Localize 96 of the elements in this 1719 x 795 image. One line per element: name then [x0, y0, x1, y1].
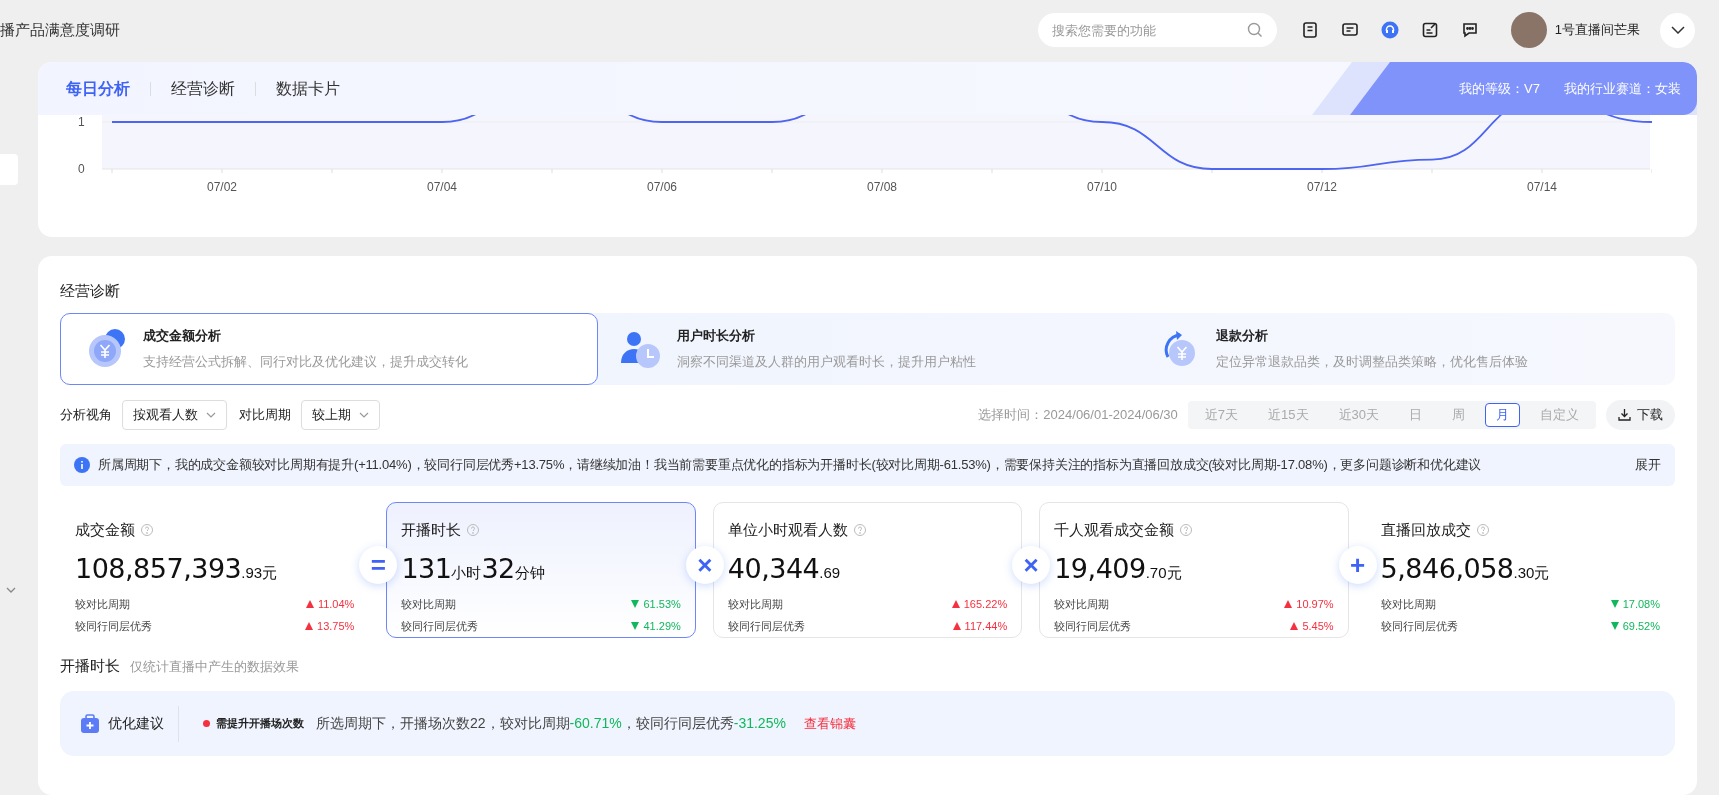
account-dropdown[interactable] [1660, 12, 1695, 48]
stat-label: 较对比周期 [75, 596, 131, 612]
axis-label: 07/14 [1526, 179, 1558, 196]
avatar[interactable] [1510, 12, 1547, 48]
metric-card[interactable]: 开播时长 131小时32分钟 较对比周期 61.53% 较同行同层优秀 41.29% [386, 501, 696, 638]
metric-value: 108,857,393.93元 [75, 552, 279, 586]
operator-symbol: × [1012, 545, 1051, 584]
advice-label: 优化建议 [108, 714, 164, 733]
time-range-label: 选择时间：2024/06/01-2024/06/30 [978, 405, 1178, 424]
module-description: 支持经营公式拆解、同行对比及优化建议，提升成交转化 [143, 352, 468, 371]
view-tips-link[interactable]: 查看锦囊 [803, 713, 856, 734]
operator-symbol: = [359, 545, 398, 584]
medical-kit-icon [80, 713, 100, 734]
module-title: 退款分析 [1215, 327, 1269, 345]
help-icon[interactable] [853, 523, 866, 536]
metric-value: 40,344.69 [727, 552, 842, 586]
tab[interactable]: 数据卡片 [276, 76, 340, 101]
help-icon[interactable] [467, 523, 480, 536]
stat-value: 165.22% [963, 596, 1008, 612]
chevron-down-icon [1670, 26, 1685, 34]
section-subtitle: 仅统计直播中产生的数据效果 [130, 657, 299, 676]
axis-label: 07/06 [646, 179, 678, 196]
stat-value: 5.45% [1302, 619, 1334, 634]
stat-value: 11.04% [317, 596, 355, 612]
metric-name: 直播回放成交 [1380, 519, 1471, 540]
axis-label: 07/08 [866, 179, 898, 196]
expand-link[interactable]: 展开 [1635, 454, 1661, 475]
document-icon[interactable] [1300, 21, 1319, 39]
axis-label: 07/04 [426, 179, 458, 196]
axis-label: 07/10 [1086, 179, 1118, 196]
info-icon [74, 456, 90, 473]
module-description: 定位异常退款品类，及时调整品类策略，优化售后体验 [1215, 352, 1528, 371]
stat-label: 较对比周期 [401, 596, 458, 612]
metric-name: 千人观看成交金额 [1054, 519, 1175, 540]
stat-value: 61.53% [643, 596, 681, 612]
analysis-module-tab[interactable]: 用户时长分析 洞察不同渠道及人群的用户观看时长，提升用户粘性 [598, 312, 1137, 385]
stat-label: 较同行同层优秀 [401, 619, 480, 634]
metric-value: 5,846,058.30元 [1380, 552, 1551, 586]
track-text: 我的行业赛道：女装 [1564, 79, 1681, 98]
filter-label: 对比周期 [239, 405, 291, 424]
section-title: 经营诊断 [60, 281, 121, 301]
chevron-down-icon [359, 411, 369, 418]
module-title: 用户时长分析 [677, 327, 757, 345]
metric-name: 开播时长 [401, 519, 462, 540]
advice-tag: 需提升开播场次数 [216, 715, 304, 732]
stat-label: 较同行同层优秀 [1380, 619, 1459, 634]
analysis-module-tab[interactable]: 成交金额分析 支持经营公式拆解、同行对比及优化建议，提升成交转化 [60, 312, 599, 385]
filter-select[interactable]: 按观看人数 [122, 399, 227, 430]
level-text: 我的等级：V7 [1459, 79, 1540, 98]
search-icon[interactable] [1246, 22, 1263, 38]
metric-name: 单位小时观看人数 [727, 519, 848, 540]
help-icon[interactable] [1476, 523, 1489, 536]
page-title: 播产品满意度调研 [0, 19, 120, 40]
edit-icon[interactable] [1420, 21, 1439, 39]
filter-select[interactable]: 较上期 [301, 399, 380, 430]
stat-value: 13.75% [317, 619, 355, 634]
user-name[interactable]: 1号直播间芒果 [1554, 20, 1640, 40]
stat-label: 较同行同层优秀 [1054, 619, 1133, 634]
axis-label: 0 [78, 161, 85, 178]
chevron-down-icon[interactable] [6, 587, 16, 593]
metric-value: 131小时32分钟 [401, 552, 546, 586]
message-icon[interactable] [1340, 21, 1359, 39]
axis-label: 07/12 [1306, 179, 1338, 196]
search-field[interactable]: 搜索您需要的功能 [1037, 13, 1277, 47]
range-option[interactable]: 月 [1485, 402, 1520, 427]
filter-label: 分析视角 [60, 405, 112, 424]
operator-symbol: + [1338, 545, 1377, 584]
tab[interactable]: 每日分析 [66, 76, 130, 101]
stat-value: 69.52% [1622, 619, 1660, 634]
analysis-module-tab[interactable]: 退款分析 定位异常退款品类，及时调整品类策略，优化售后体验 [1136, 312, 1675, 385]
stat-value: 17.08% [1622, 596, 1660, 612]
axis-label: 07/02 [206, 179, 238, 196]
stat-label: 较同行同层优秀 [727, 619, 806, 634]
axis-label: 1 [78, 114, 85, 131]
chat-icon[interactable] [1460, 21, 1479, 39]
stat-value: 41.29% [643, 619, 681, 634]
stat-label: 较对比周期 [1054, 596, 1111, 612]
stat-label: 较对比周期 [1380, 596, 1437, 612]
download-icon [1618, 408, 1631, 421]
module-description: 洞察不同渠道及人群的用户观看时长，提升用户粘性 [677, 352, 977, 371]
headset-icon[interactable] [1380, 21, 1399, 39]
chevron-down-icon [206, 411, 216, 418]
stat-label: 较对比周期 [727, 596, 784, 612]
module-title: 成交金额分析 [143, 327, 222, 345]
section-title: 开播时长 [60, 655, 120, 676]
help-icon[interactable] [141, 523, 153, 536]
stat-label: 较同行同层优秀 [75, 619, 153, 634]
download-button[interactable]: 下载 [1606, 399, 1675, 430]
notice-text: 所属周期下，我的成交金额较对比周期有提升(+11.04%)，较同行同层优秀+13.75%，请继续加油！我当前需要重点优化的指标为开播时长(较对比周期-61.53%)，需要保持关注的指标为直播回放成交(较对比周期-17.08%)，更多问题诊断和优化建议 [98, 455, 1483, 474]
help-icon[interactable] [1180, 523, 1193, 536]
metric-name: 成交金额 [75, 519, 135, 540]
stat-value: 10.97% [1296, 596, 1334, 612]
advice-text: 所选周期下，开播场次数22，较对比周期-60.71%，较同行同层优秀-31.25% [316, 714, 786, 733]
metric-value: 19,409.70元 [1054, 552, 1183, 586]
tab[interactable]: 经营诊断 [171, 76, 235, 101]
stat-value: 117.44% [964, 619, 1008, 634]
